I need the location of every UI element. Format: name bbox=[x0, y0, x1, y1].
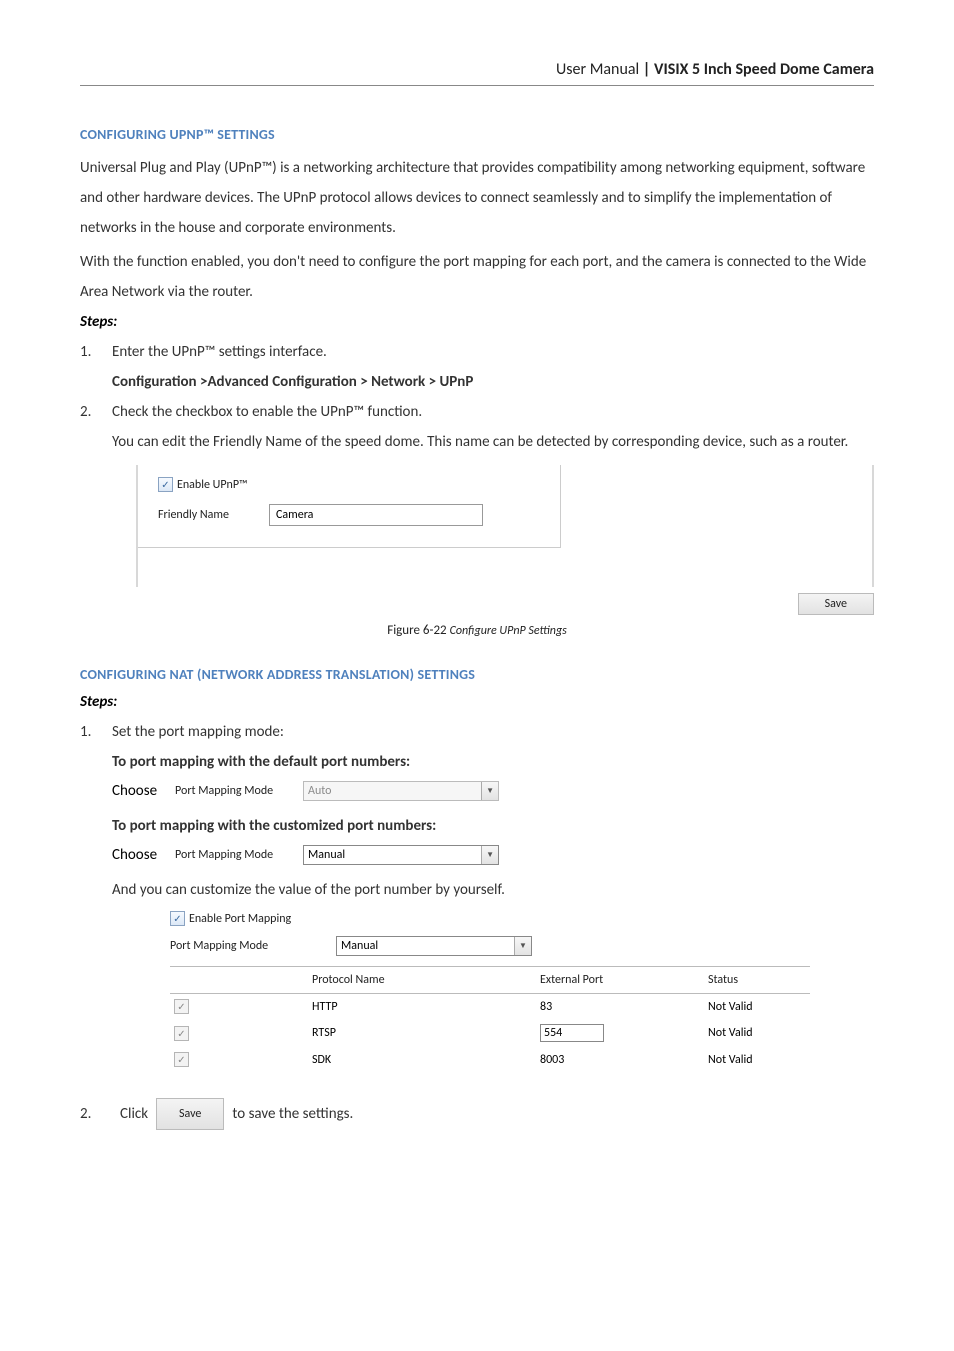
row-checkbox[interactable] bbox=[174, 1052, 189, 1067]
row-checkbox[interactable] bbox=[174, 999, 189, 1014]
step-a1-path: Configuration >Advanced Configuration > … bbox=[112, 367, 874, 397]
step-a2-text: Check the checkbox to enable the UPnP™ f… bbox=[112, 397, 874, 427]
figure-caption-lead: Figure 6-22 bbox=[387, 623, 449, 638]
step-a1-num: 1. bbox=[80, 337, 112, 397]
header-product: VISIX 5 Inch Speed Dome Camera bbox=[654, 60, 874, 79]
chevron-down-icon: ▼ bbox=[481, 782, 498, 800]
page-header: User Manual | VISIX 5 Inch Speed Dome Ca… bbox=[80, 60, 874, 86]
heading-custom-ports: To port mapping with the customized port… bbox=[112, 811, 874, 841]
row-protocol: HTTP bbox=[308, 994, 536, 1020]
enable-port-mapping-label: Enable Port Mapping bbox=[189, 912, 291, 926]
pmm-label-1: Port Mapping Mode bbox=[175, 784, 285, 798]
row-status: Not Valid bbox=[704, 1019, 810, 1047]
table-row: HTTP 83 Not Valid bbox=[170, 994, 810, 1020]
figure-caption-1: Figure 6-22 Configure UPnP Settings bbox=[80, 623, 874, 638]
row-protocol: SDK bbox=[308, 1047, 536, 1072]
step-b1-text: Set the port mapping mode: bbox=[112, 717, 874, 747]
choose-label-1: Choose bbox=[112, 782, 157, 800]
step-a2-text2: You can edit the Friendly Name of the sp… bbox=[112, 427, 874, 457]
chevron-down-icon: ▼ bbox=[481, 846, 498, 864]
upnp-paragraph-2: With the function enabled, you don't nee… bbox=[80, 247, 874, 307]
step-a1-text: Enter the UPnP™ settings interface. bbox=[112, 337, 874, 367]
pmm-dropdown-manual-value: Manual bbox=[308, 848, 345, 862]
col-ext-port: External Port bbox=[536, 967, 704, 994]
customize-text: And you can customize the value of the p… bbox=[112, 875, 874, 905]
step-b1-num: 1. bbox=[80, 717, 112, 777]
steps-label-a: Steps: bbox=[80, 313, 874, 331]
figure-upnp-settings: Enable UPnP™ Friendly Name Camera Save bbox=[136, 465, 874, 615]
figure-port-mapping: Enable Port Mapping Port Mapping Mode Ma… bbox=[170, 911, 810, 1072]
header-lead: User Manual bbox=[556, 60, 639, 79]
friendly-name-label: Friendly Name bbox=[158, 508, 229, 522]
steps-label-b: Steps: bbox=[80, 693, 874, 711]
enable-port-mapping-checkbox[interactable] bbox=[170, 911, 185, 926]
enable-upnp-label: Enable UPnP™ bbox=[177, 478, 248, 492]
pmm-dropdown-manual[interactable]: Manual ▼ bbox=[303, 845, 499, 865]
step-b2-num: 2. bbox=[80, 1099, 112, 1129]
table-row: SDK 8003 Not Valid bbox=[170, 1047, 810, 1072]
choose-label-2: Choose bbox=[112, 846, 157, 864]
row-status: Not Valid bbox=[704, 994, 810, 1020]
header-sep: | bbox=[639, 60, 654, 79]
section-nat-title: CONFIGURING NAT (NETWORK ADDRESS TRANSLA… bbox=[80, 666, 874, 683]
port-mapping-table: Protocol Name External Port Status HTTP … bbox=[170, 966, 810, 1072]
heading-default-ports: To port mapping with the default port nu… bbox=[112, 747, 874, 777]
pt-pmm-label: Port Mapping Mode bbox=[170, 939, 300, 953]
pmm-dropdown-auto-value: Auto bbox=[308, 784, 331, 798]
enable-upnp-checkbox[interactable] bbox=[158, 477, 173, 492]
pmm-dropdown-auto[interactable]: Auto ▼ bbox=[303, 781, 499, 801]
table-row: RTSP 554 Not Valid bbox=[170, 1019, 810, 1047]
row-protocol: RTSP bbox=[308, 1019, 536, 1047]
row-checkbox[interactable] bbox=[174, 1026, 189, 1041]
row-ext: 8003 bbox=[536, 1047, 704, 1072]
figure-caption-italic: Configure UPnP Settings bbox=[450, 624, 567, 638]
pt-pmm-value: Manual bbox=[341, 939, 378, 953]
row-ext: 83 bbox=[536, 994, 704, 1020]
col-protocol: Protocol Name bbox=[308, 967, 536, 994]
section-upnp-title: CONFIGURING UPNP™ SETTINGS bbox=[80, 126, 874, 143]
step-b2-tail: to save the settings. bbox=[232, 1099, 353, 1129]
col-status: Status bbox=[704, 967, 810, 994]
save-button-inline[interactable]: Save bbox=[156, 1098, 224, 1130]
step-a2-num: 2. bbox=[80, 397, 112, 457]
friendly-name-input[interactable]: Camera bbox=[269, 504, 483, 526]
pmm-label-2: Port Mapping Mode bbox=[175, 848, 285, 862]
upnp-paragraph-1: Universal Plug and Play (UPnP™) is a net… bbox=[80, 153, 874, 243]
chevron-down-icon: ▼ bbox=[514, 937, 531, 955]
row-status: Not Valid bbox=[704, 1047, 810, 1072]
pt-pmm-dropdown[interactable]: Manual ▼ bbox=[336, 936, 532, 956]
save-button-fig1[interactable]: Save bbox=[798, 593, 874, 615]
row-ext-input[interactable]: 554 bbox=[540, 1024, 604, 1042]
step-b2-click: Click bbox=[120, 1099, 148, 1129]
